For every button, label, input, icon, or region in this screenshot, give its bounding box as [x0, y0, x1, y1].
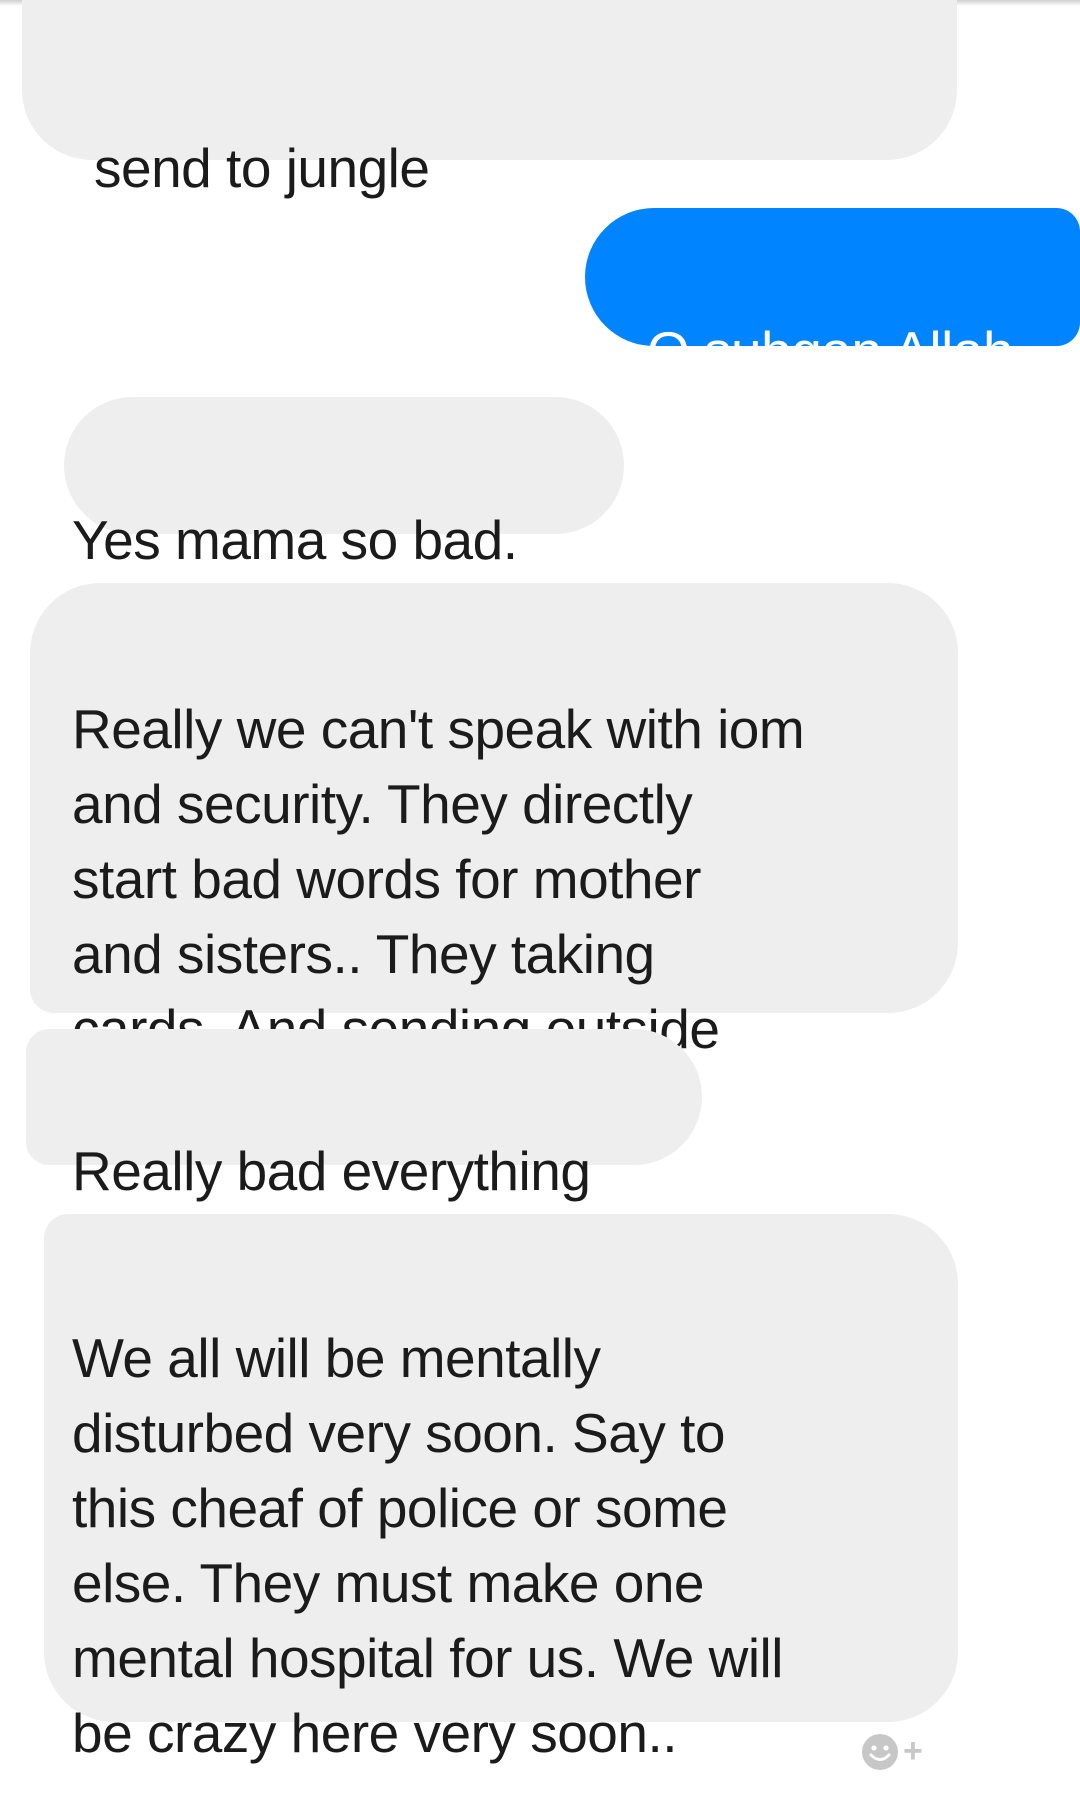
message-bubble-received[interactable]: Really bad everything	[26, 1029, 702, 1202]
smiley-add-icon	[862, 1734, 898, 1770]
message-bubble-received[interactable]: send to jungle	[22, 0, 957, 199]
message-text: We all will be mentally disturbed very s…	[72, 1327, 784, 1764]
message-bubble-received[interactable]: Yes mama so bad.	[64, 397, 624, 571]
message-bubble-received[interactable]: We all will be mentally disturbed very s…	[44, 1214, 958, 1764]
reaction-plus-label: +	[903, 1732, 923, 1770]
message-bubble-received[interactable]: Really we can't speak with iom and secur…	[30, 583, 958, 1060]
message-text: Really bad everything	[72, 1140, 591, 1202]
message-text: send to jungle	[94, 137, 430, 199]
message-text: Yes mama so bad.	[72, 509, 518, 571]
message-bubble-sent[interactable]: O subgan Allah	[585, 208, 1080, 382]
message-text: O subgan Allah	[647, 320, 1014, 382]
add-reaction-button[interactable]: +	[857, 1729, 935, 1775]
message-text: Really we can't speak with iom and secur…	[72, 698, 805, 1060]
